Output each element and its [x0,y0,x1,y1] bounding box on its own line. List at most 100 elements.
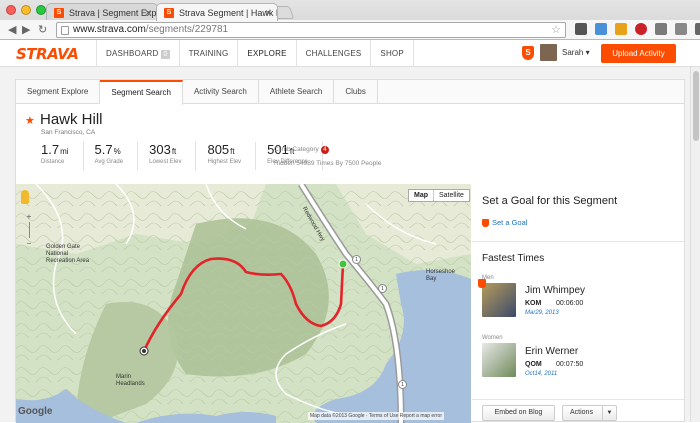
tab-segment-search[interactable]: Segment Search [100,80,183,105]
back-arrow-icon[interactable]: ◀ [8,23,16,37]
page-scrollbar[interactable] [690,67,700,422]
tab-clubs[interactable]: Clubs [334,80,378,103]
stat-lowest-elev: 303ft Lowest Elev [149,142,197,170]
stat-unit: mi [60,147,69,156]
strava-favicon-icon: S [54,8,64,18]
stat-value: 303 [149,142,171,157]
embed-on-blog-button[interactable]: Embed on Blog [482,405,555,421]
divider [472,399,684,400]
browser-tab-hawk-hill[interactable]: S Strava Segment | Hawk Hill ✕ [156,3,278,21]
avatar[interactable] [540,44,557,61]
report-map-error-link[interactable]: Report a map error [400,413,442,419]
tab-segment-explore[interactable]: Segment Explore [16,80,101,103]
browser-chrome: S Strava | Segment Explore ✕ S Strava Se… [0,0,700,40]
qom-athlete-photo[interactable] [482,343,516,377]
stat-unit: ft [171,147,177,156]
zoom-window-button[interactable] [36,5,46,15]
zoom-slider[interactable] [28,222,30,238]
strava-logo[interactable]: STRAVA [16,45,79,63]
highway-shield-icon: 1 [378,284,387,293]
scrollbar-thumb[interactable] [693,71,699,141]
pinterest-icon[interactable] [635,23,647,35]
qom-date[interactable]: Oct14, 2011 [525,371,557,377]
kom-crown-icon [478,279,486,288]
qom-athlete-name[interactable]: Erin Werner [525,346,578,357]
map-footer: Map data ©2013 Google · Terms of Use Rep… [308,412,444,420]
extension-icon[interactable] [595,23,607,35]
climb-category: Climb Category 4 Ridden 54989 Times By 75… [274,146,381,167]
segment-card: Segment Explore Segment Search Activity … [15,79,685,423]
set-goal-link[interactable]: Set a Goal [482,218,527,228]
extension-icons [575,23,700,35]
segment-location: San Francisco, CA [41,129,96,136]
zoom-out-icon[interactable]: − [24,239,34,248]
window-controls [6,5,46,15]
map-label-ggnra: Golden Gate National Recreation Area [46,244,90,264]
stat-highest-elev: 805ft Highest Elev [207,142,257,170]
segment-title: Hawk Hill [40,111,103,128]
nav-explore[interactable]: EXPLORE [238,40,297,67]
username: Sarah [562,48,584,57]
kom-athlete-photo[interactable] [482,283,516,317]
actions-label: Actions [570,409,593,416]
extension-icon[interactable] [615,23,627,35]
stat-avg-grade: 5.7% Avg Grade [95,142,139,170]
climb-label: Climb Category [274,146,319,153]
chevron-down-icon: ▼ [602,406,616,420]
nav-training[interactable]: TRAINING [180,40,239,67]
user-menu[interactable]: Sarah ▾ [562,48,590,57]
close-window-button[interactable] [6,5,16,15]
stat-unit: % [113,147,121,156]
qom-time: 00:07:50 [556,361,584,368]
page-tabs: Segment Explore Segment Search Activity … [16,80,684,105]
highway-shield-icon: 1 [352,255,361,264]
address-bar[interactable]: www.strava.com/segments/229781 ☆ [56,22,566,38]
kom-time: 00:06:00 [556,300,584,307]
stat-value: 805 [207,142,230,157]
zoom-in-icon[interactable]: + [24,212,34,221]
nav-shop[interactable]: SHOP [371,40,414,67]
goal-shield-icon [482,219,489,228]
fastest-times-heading: Fastest Times [482,253,545,264]
extension-icon[interactable] [575,23,587,35]
browser-tab-segment-explore[interactable]: S Strava | Segment Explore ✕ [46,3,158,21]
kom-date[interactable]: Mar29, 2013 [525,310,559,316]
segment-map[interactable]: + − Map Satellite Golden Gate National R… [16,184,471,423]
minimize-window-button[interactable] [21,5,31,15]
map-attribution[interactable]: Map data ©2013 Google · Terms of Use [310,413,398,419]
stat-unit: ft [230,147,235,156]
segment-sidebar: Set a Goal for this Segment Set a Goal F… [472,184,684,423]
close-tab-icon[interactable]: ✕ [264,4,272,21]
nav-challenges[interactable]: CHALLENGES [297,40,372,67]
cast-icon[interactable] [655,23,667,35]
nav-dashboard[interactable]: DASHBOARD 0 [96,40,180,67]
url-host: www.strava.com [73,24,146,35]
divider [472,241,684,242]
strava-shield-icon[interactable]: S [522,46,534,60]
settings-wrench-icon[interactable] [675,23,687,35]
menu-icon[interactable] [695,23,700,35]
kom-athlete-name[interactable]: Jim Whimpey [525,285,585,296]
nav-label: DASHBOARD [106,49,159,58]
stat-value: 1.7 [41,142,60,157]
browser-tab-title: Strava Segment | Hawk Hill [179,8,278,18]
map-type-satellite-button[interactable]: Satellite [434,190,469,201]
forward-arrow-icon[interactable]: ▶ [22,23,30,37]
actions-dropdown[interactable]: Actions ▼ [562,405,617,421]
strava-favicon-icon: S [164,8,174,18]
url-path: /segments/229781 [145,24,229,35]
page-icon [61,26,69,35]
main-nav: DASHBOARD 0 TRAINING EXPLORE CHALLENGES S… [96,40,414,67]
reload-icon[interactable]: ↻ [38,23,47,37]
tab-athlete-search[interactable]: Athlete Search [259,80,335,103]
pegman-icon[interactable] [21,190,29,204]
starred-segment-icon[interactable]: ★ [25,114,35,127]
tab-activity-search[interactable]: Activity Search [183,80,259,103]
close-tab-icon[interactable]: ✕ [144,4,152,21]
map-type-control: Map Satellite [408,189,470,202]
upload-activity-button[interactable]: Upload Activity [601,44,676,63]
map-type-map-button[interactable]: Map [409,190,434,201]
stat-label: Distance [41,159,65,165]
stat-label: Lowest Elev [149,159,182,165]
bookmark-star-icon[interactable]: ☆ [551,23,561,37]
